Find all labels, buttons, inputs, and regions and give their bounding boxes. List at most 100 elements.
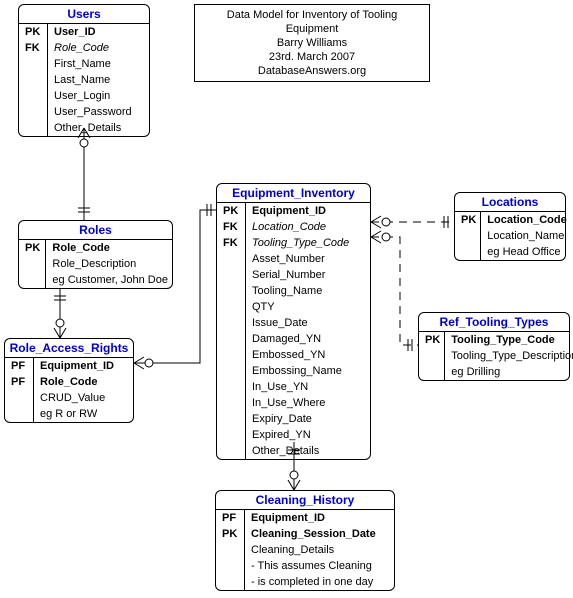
- key-indicator: PF: [5, 374, 34, 390]
- attribute-row: Issue_Date: [217, 315, 370, 331]
- attribute-name: Issue_Date: [246, 315, 371, 331]
- key-indicator: FK: [217, 219, 246, 235]
- attribute-row: In_Use_YN: [217, 379, 370, 395]
- key-indicator: [217, 379, 246, 395]
- attribute-row: Expiry_Date: [217, 411, 370, 427]
- attribute-row: PKLocation_Code: [455, 212, 571, 228]
- key-indicator: [217, 283, 246, 299]
- attribute-name: User_Login: [48, 88, 150, 104]
- key-indicator: [455, 228, 481, 244]
- entity-locations-title: Locations: [455, 193, 565, 212]
- key-indicator: [419, 364, 445, 380]
- attribute-row: Role_Description: [19, 256, 172, 272]
- info-line-3: 23rd. March 2007: [201, 50, 423, 64]
- attribute-row: Embossed_YN: [217, 347, 370, 363]
- attribute-name: Cleaning_Details: [245, 542, 395, 558]
- key-indicator: [455, 244, 481, 260]
- key-indicator: [217, 411, 246, 427]
- attribute-row: eg Drilling: [419, 364, 573, 380]
- attribute-name: eg Customer, John Doe: [46, 272, 172, 288]
- attribute-name: Other_Details: [48, 120, 150, 136]
- attribute-row: Other_Details: [217, 443, 370, 459]
- entity-roles: Roles PKRole_Code Role_Description eg Cu…: [18, 220, 173, 289]
- info-line-4: DatabaseAnswers.org: [201, 64, 423, 78]
- diagram-info-box: Data Model for Inventory of Tooling Equi…: [194, 4, 430, 82]
- attribute-name: Location_Code: [481, 212, 571, 228]
- attribute-name: Embossing_Name: [246, 363, 371, 379]
- attribute-name: Asset_Number: [246, 251, 371, 267]
- attribute-row: PFRole_Code: [5, 374, 133, 390]
- attribute-row: eg Customer, John Doe: [19, 272, 172, 288]
- key-indicator: [217, 267, 246, 283]
- entity-rar-title: Role_Access_Rights: [5, 339, 133, 358]
- attribute-row: FKLocation_Code: [217, 219, 370, 235]
- key-indicator: [217, 315, 246, 331]
- attribute-row: PKUser_ID: [19, 24, 149, 40]
- key-indicator: [419, 348, 445, 364]
- attribute-row: Cleaning_Details: [216, 542, 394, 558]
- attribute-row: PFEquipment_ID: [5, 358, 133, 374]
- entity-equip-title: Equipment_Inventory: [217, 184, 370, 203]
- attribute-name: Role_Code: [46, 240, 172, 256]
- attribute-name: Expired_YN: [246, 427, 371, 443]
- attribute-row: Damaged_YN: [217, 331, 370, 347]
- key-indicator: [19, 120, 48, 136]
- attribute-name: Expiry_Date: [246, 411, 371, 427]
- key-indicator: PK: [217, 203, 246, 219]
- key-indicator: [19, 256, 46, 272]
- attribute-row: PFEquipment_ID: [216, 510, 394, 526]
- key-indicator: PK: [216, 526, 245, 542]
- key-indicator: FK: [217, 235, 246, 251]
- key-indicator: [19, 88, 48, 104]
- attribute-name: Role_Description: [46, 256, 172, 272]
- attribute-row: eg Head Office: [455, 244, 571, 260]
- key-indicator: [216, 542, 245, 558]
- attribute-name: QTY: [246, 299, 371, 315]
- attribute-name: - This assumes Cleaning: [245, 558, 395, 574]
- key-indicator: [217, 251, 246, 267]
- attribute-row: - is completed in one day: [216, 574, 394, 590]
- key-indicator: [19, 56, 48, 72]
- attribute-row: eg R or RW: [5, 406, 133, 422]
- entity-equipment-inventory: Equipment_Inventory PKEquipment_IDFKLoca…: [216, 183, 371, 460]
- attribute-row: Tooling_Name: [217, 283, 370, 299]
- key-indicator: [217, 299, 246, 315]
- entity-reftool-title: Ref_Tooling_Types: [419, 313, 569, 332]
- attribute-name: User_Password: [48, 104, 150, 120]
- attribute-name: Cleaning_Session_Date: [245, 526, 395, 542]
- attribute-name: Equipment_ID: [246, 203, 371, 219]
- key-indicator: PF: [5, 358, 34, 374]
- attribute-name: User_ID: [48, 24, 150, 40]
- attribute-name: eg R or RW: [34, 406, 134, 422]
- attribute-name: In_Use_YN: [246, 379, 371, 395]
- key-indicator: PF: [216, 510, 245, 526]
- key-indicator: PK: [419, 332, 445, 348]
- attribute-name: Role_Code: [34, 374, 134, 390]
- entity-cleaning-history: Cleaning_History PFEquipment_IDPKCleanin…: [215, 490, 395, 591]
- attribute-name: Serial_Number: [246, 267, 371, 283]
- attribute-row: Asset_Number: [217, 251, 370, 267]
- attribute-name: Tooling_Name: [246, 283, 371, 299]
- attribute-name: - is completed in one day: [245, 574, 395, 590]
- attribute-row: In_Use_Where: [217, 395, 370, 411]
- info-line-2: Barry Williams: [201, 36, 423, 50]
- key-indicator: [19, 72, 48, 88]
- attribute-name: Embossed_YN: [246, 347, 371, 363]
- attribute-row: User_Login: [19, 88, 149, 104]
- key-indicator: [217, 395, 246, 411]
- key-indicator: [217, 443, 246, 459]
- attribute-name: In_Use_Where: [246, 395, 371, 411]
- attribute-row: Tooling_Type_Description: [419, 348, 573, 364]
- key-indicator: [216, 574, 245, 590]
- attribute-row: Expired_YN: [217, 427, 370, 443]
- key-indicator: [19, 104, 48, 120]
- attribute-name: eg Head Office: [481, 244, 571, 260]
- key-indicator: PK: [19, 24, 48, 40]
- info-line-1: Data Model for Inventory of Tooling Equi…: [201, 8, 423, 36]
- attribute-name: Tooling_Type_Code: [445, 332, 573, 348]
- attribute-row: First_Name: [19, 56, 149, 72]
- key-indicator: PK: [455, 212, 481, 228]
- attribute-row: PKCleaning_Session_Date: [216, 526, 394, 542]
- attribute-row: Serial_Number: [217, 267, 370, 283]
- attribute-row: Other_Details: [19, 120, 149, 136]
